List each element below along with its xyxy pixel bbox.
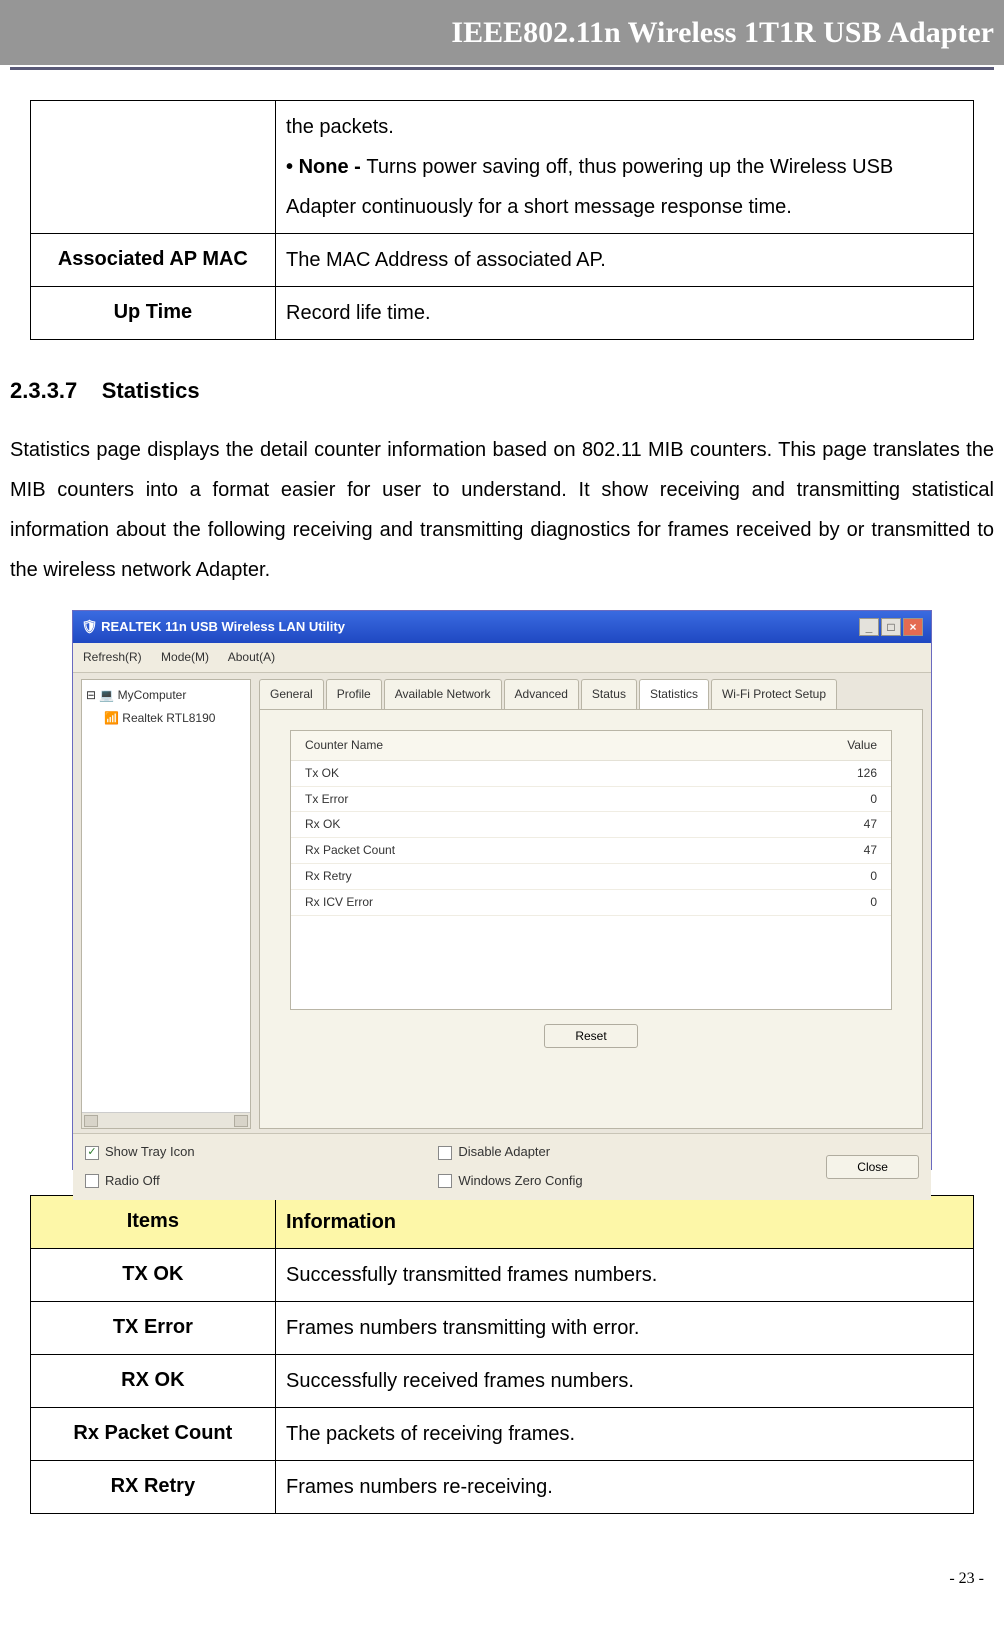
counter-row: Rx ICV Error0	[291, 890, 891, 916]
none-desc: Turns power saving off, thus powering up…	[286, 156, 893, 218]
chk-show-tray[interactable]: ✓Show Tray Icon	[85, 1140, 195, 1165]
section-title: Statistics	[102, 378, 200, 403]
counter-row: Rx Packet Count47	[291, 838, 891, 864]
menu-bar: Refresh(R) Mode(M) About(A)	[73, 643, 931, 673]
tab-status[interactable]: Status	[581, 679, 637, 709]
reset-button[interactable]: Reset	[544, 1024, 637, 1048]
tab-available-network[interactable]: Available Network	[384, 679, 502, 709]
hdr-counter-name: Counter Name	[305, 734, 383, 757]
window-buttons: _ □ ×	[859, 618, 923, 636]
tree-child[interactable]: 📶 Realtek RTL8190	[86, 707, 246, 730]
maximize-button[interactable]: □	[881, 618, 901, 636]
menu-refresh[interactable]: Refresh(R)	[83, 650, 142, 664]
header-rule	[10, 67, 994, 70]
tree-root[interactable]: ⊟ 💻 MyComputer	[86, 684, 246, 707]
window-titlebar: 🛡 REALTEK 11n USB Wireless LAN Utility _…	[73, 611, 931, 644]
tree-scrollbar[interactable]	[82, 1112, 250, 1128]
chk-wzc[interactable]: Windows Zero Config	[438, 1169, 582, 1194]
table1-row3-label: Up Time	[30, 287, 275, 340]
table1-row3-desc: Record life time.	[276, 287, 974, 340]
t2-r0-label: TX OK	[30, 1248, 275, 1301]
t2-hdr-items: Items	[30, 1195, 275, 1248]
page-number: - 23 -	[0, 1544, 1004, 1594]
tab-body: Counter Name Value Tx OK126 Tx Error0 Rx…	[259, 709, 923, 1129]
reset-wrap: Reset	[290, 1024, 892, 1048]
t2-r0-desc: Successfully transmitted frames numbers.	[276, 1248, 974, 1301]
t2-r1-label: TX Error	[30, 1301, 275, 1354]
tab-statistics[interactable]: Statistics	[639, 679, 709, 709]
table1-row2-desc: The MAC Address of associated AP.	[276, 234, 974, 287]
utility-screenshot: 🛡 REALTEK 11n USB Wireless LAN Utility _…	[72, 610, 932, 1170]
section-num: 2.3.3.7	[10, 378, 77, 403]
tab-general[interactable]: General	[259, 679, 324, 709]
menu-mode[interactable]: Mode(M)	[161, 650, 209, 664]
t2-r1-desc: Frames numbers transmitting with error.	[276, 1301, 974, 1354]
hdr-value: Value	[847, 734, 877, 757]
main-pane: General Profile Available Network Advanc…	[259, 679, 923, 1129]
t2-r4-desc: Frames numbers re-receiving.	[276, 1460, 974, 1513]
tab-strip: General Profile Available Network Advanc…	[259, 679, 923, 709]
window-title: 🛡 REALTEK 11n USB Wireless LAN Utility	[81, 615, 345, 640]
t2-hdr-info: Information	[276, 1195, 974, 1248]
chk-radio-off[interactable]: Radio Off	[85, 1169, 195, 1194]
t2-r2-desc: Successfully received frames numbers.	[276, 1354, 974, 1407]
none-label: • None -	[286, 156, 366, 178]
tree-view[interactable]: ⊟ 💻 MyComputer 📶 Realtek RTL8190	[81, 679, 251, 1129]
section-paragraph: Statistics page displays the detail coun…	[10, 430, 994, 590]
menu-about[interactable]: About(A)	[228, 650, 275, 664]
doc-header: IEEE802.11n Wireless 1T1R USB Adapter	[0, 0, 1004, 65]
counter-row: Rx OK47	[291, 812, 891, 838]
chk-disable-adapter[interactable]: Disable Adapter	[438, 1140, 582, 1165]
scroll-left-icon[interactable]	[84, 1115, 98, 1127]
row1-pre: the packets.	[286, 116, 394, 138]
t2-r2-label: RX OK	[30, 1354, 275, 1407]
bottom-bar: ✓Show Tray Icon Radio Off Disable Adapte…	[73, 1133, 931, 1199]
t2-r3-desc: The packets of receiving frames.	[276, 1407, 974, 1460]
table1-row1-label	[30, 101, 275, 234]
tab-advanced[interactable]: Advanced	[504, 679, 579, 709]
counter-header: Counter Name Value	[291, 731, 891, 761]
close-button[interactable]: ×	[903, 618, 923, 636]
counter-list: Counter Name Value Tx OK126 Tx Error0 Rx…	[290, 730, 892, 1010]
section-heading: 2.3.3.7 Statistics	[10, 370, 994, 412]
tab-profile[interactable]: Profile	[326, 679, 382, 709]
table-statistics-items: Items Information TX OKSuccessfully tran…	[30, 1195, 975, 1514]
table1-row2-label: Associated AP MAC	[30, 234, 275, 287]
table-prev-continued: the packets. • None - Turns power saving…	[30, 100, 975, 340]
close-btn[interactable]: Close	[826, 1155, 919, 1179]
counter-row: Rx Retry0	[291, 864, 891, 890]
counter-row: Tx Error0	[291, 787, 891, 813]
tab-wps[interactable]: Wi-Fi Protect Setup	[711, 679, 837, 709]
t2-r4-label: RX Retry	[30, 1460, 275, 1513]
scroll-right-icon[interactable]	[234, 1115, 248, 1127]
t2-r3-label: Rx Packet Count	[30, 1407, 275, 1460]
minimize-button[interactable]: _	[859, 618, 879, 636]
table1-row1-desc: the packets. • None - Turns power saving…	[276, 101, 974, 234]
counter-row: Tx OK126	[291, 761, 891, 787]
